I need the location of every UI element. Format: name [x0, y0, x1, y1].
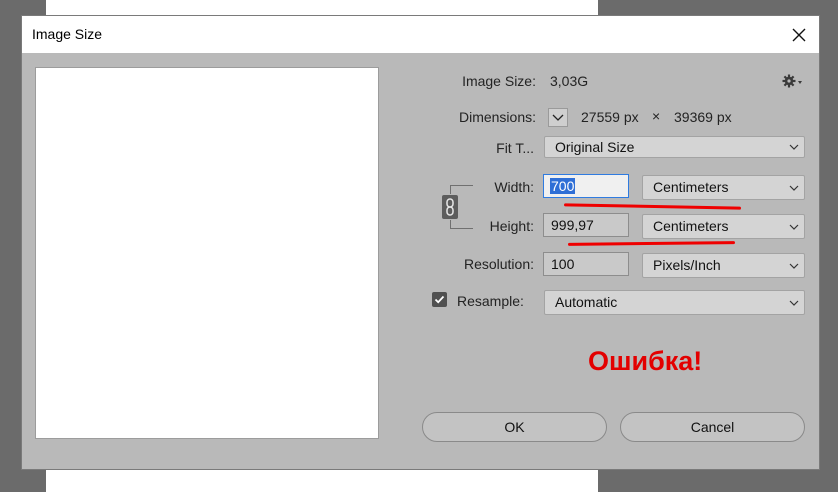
width-input[interactable]: 700 — [543, 174, 629, 198]
height-label: Height: — [489, 218, 534, 234]
chevron-down-icon — [789, 263, 799, 269]
ok-button[interactable]: OK — [422, 412, 607, 442]
resample-select[interactable]: Automatic — [544, 290, 805, 315]
resample-label: Resample: — [457, 293, 524, 309]
resolution-unit-value: Pixels/Inch — [653, 257, 721, 273]
height-input[interactable]: 999,97 — [543, 213, 629, 237]
chevron-down-icon — [789, 300, 799, 306]
chain-link-icon[interactable] — [442, 195, 458, 219]
resolution-value: 100 — [551, 256, 575, 272]
dimensions-times: × — [652, 108, 661, 124]
chevron-down-icon — [789, 224, 799, 230]
image-size-label: Image Size: — [462, 73, 536, 89]
error-annotation: Ошибка! — [588, 346, 703, 376]
image-size-dialog: Image Size Image Size: 3,03G Dimensions:… — [22, 16, 819, 469]
fit-to-label: Fit T... — [496, 140, 534, 156]
width-label: Width: — [494, 179, 534, 195]
fit-to-value: Original Size — [555, 139, 635, 155]
checkmark-icon — [434, 295, 445, 304]
height-unit-value: Centimeters — [653, 218, 729, 234]
dialog-title: Image Size — [32, 26, 103, 42]
resolution-input[interactable]: 100 — [543, 252, 629, 276]
width-red-underline — [563, 203, 742, 210]
image-preview[interactable] — [35, 67, 379, 439]
dimensions-width: 27559 px — [581, 109, 639, 125]
width-value: 700 — [550, 178, 576, 194]
height-value: 999,97 — [551, 217, 594, 233]
dimensions-height: 39369 px — [674, 109, 732, 125]
height-red-underline — [567, 241, 736, 246]
chevron-down-icon — [789, 144, 799, 150]
height-unit-select[interactable]: Centimeters — [642, 214, 805, 239]
close-icon[interactable] — [785, 21, 813, 49]
width-unit-value: Centimeters — [653, 179, 729, 195]
chevron-down-icon — [789, 185, 799, 191]
chevron-down-icon — [552, 114, 564, 121]
gear-icon[interactable] — [782, 73, 804, 89]
resample-value: Automatic — [555, 294, 618, 310]
image-size-value: 3,03G — [550, 73, 589, 89]
width-unit-select[interactable]: Centimeters — [642, 175, 805, 200]
resample-checkbox[interactable] — [432, 292, 447, 307]
dimensions-label: Dimensions: — [458, 109, 536, 125]
resolution-unit-select[interactable]: Pixels/Inch — [642, 253, 805, 278]
resolution-label: Resolution: — [463, 256, 534, 272]
dialog-titlebar: Image Size — [22, 16, 819, 53]
dimensions-dropdown-button[interactable] — [548, 108, 568, 127]
cancel-button[interactable]: Cancel — [620, 412, 805, 442]
fit-to-select[interactable]: Original Size — [544, 136, 805, 158]
